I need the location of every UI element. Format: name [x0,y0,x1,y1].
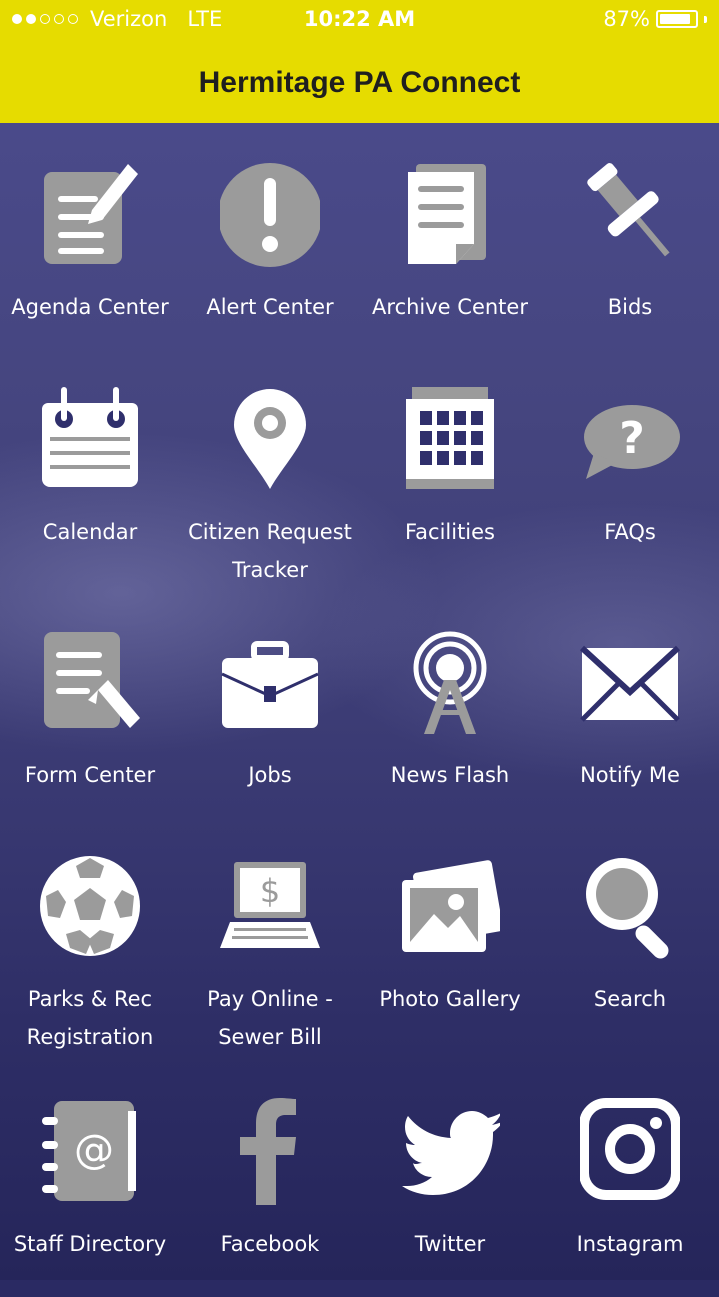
calendar-icon [40,385,140,495]
tile-label: Twitter [414,1232,486,1256]
tile-label: Search [593,987,667,1011]
tile-label: Agenda Center [11,295,169,319]
tile-archive-center[interactable]: Archive Center [360,160,540,360]
tile-label: Form Center [24,763,156,787]
svg-text:@: @ [74,1127,114,1173]
tile-label: Facebook [220,1232,320,1256]
tile-faqs[interactable]: ? FAQs [540,385,719,585]
tile-label: Photo Gallery [379,987,521,1011]
alert-icon [218,160,322,270]
app-title: Hermitage PA Connect [198,66,521,99]
building-icon [400,385,500,495]
tile-pay-online-sewer-bill[interactable]: $ Pay Online - Sewer Bill [180,852,360,1052]
tile-instagram[interactable]: Instagram [540,1097,719,1297]
tile-facebook[interactable]: Facebook [180,1097,360,1297]
facebook-icon [220,1097,320,1207]
svg-text:?: ? [619,413,645,464]
tile-agenda-center[interactable]: Agenda Center [0,160,180,360]
question-bubble-icon: ? [580,385,680,495]
tile-jobs[interactable]: Jobs [180,628,360,828]
battery-status: 87% [603,7,707,31]
tile-label: Instagram [576,1232,684,1256]
tile-label: Staff Directory [13,1232,167,1256]
broadcast-tower-icon [400,628,500,738]
address-book-icon: @ [40,1097,140,1207]
laptop-dollar-icon: $ [220,852,320,962]
svg-text:$: $ [260,872,280,910]
tile-citizen-request-tracker[interactable]: Citizen Request Tracker [180,385,360,585]
tile-bids[interactable]: Bids [540,160,719,360]
tile-label: News Flash [390,763,510,787]
status-bar: Verizon LTE 10:22 AM 87% [0,0,719,40]
magnifier-icon [580,852,680,962]
tile-label: Jobs [248,763,292,787]
tile-parks-and-rec-registration[interactable]: Parks & Rec Registration [0,852,180,1052]
agenda-icon [40,160,140,270]
tile-label: Bids [607,295,653,319]
tile-news-flash[interactable]: News Flash [360,628,540,828]
tile-label: FAQs [604,520,656,544]
tile-label: Parks & Rec Registration [26,987,154,1049]
battery-icon [656,10,698,28]
tile-photo-gallery[interactable]: Photo Gallery [360,852,540,1052]
photo-icon [400,852,504,962]
archive-icon [400,160,500,270]
tile-staff-directory[interactable]: @ Staff Directory [0,1097,180,1297]
tile-facilities[interactable]: Facilities [360,385,540,585]
tile-label: Calendar [42,520,138,544]
tile-twitter[interactable]: Twitter [360,1097,540,1297]
tile-alert-center[interactable]: Alert Center [180,160,360,360]
battery-tip [704,15,707,23]
pushpin-icon [580,160,680,270]
tile-notify-me[interactable]: Notify Me [540,628,719,828]
briefcase-icon [220,628,320,738]
tile-search[interactable]: Search [540,852,719,1052]
tile-label: Pay Online - Sewer Bill [207,987,333,1049]
tile-form-center[interactable]: Form Center [0,628,180,828]
tile-label: Notify Me [580,763,680,787]
battery-percent: 87% [603,7,650,31]
tile-calendar[interactable]: Calendar [0,385,180,585]
twitter-icon [400,1097,504,1207]
instagram-icon [579,1097,681,1207]
envelope-icon [579,628,681,738]
tile-label: Alert Center [206,295,334,319]
tile-label: Archive Center [372,295,528,319]
form-icon [40,628,140,738]
tile-label: Citizen Request Tracker [188,520,352,582]
location-pin-icon [220,385,320,495]
tile-label: Facilities [405,520,495,544]
soccer-ball-icon [40,852,140,962]
